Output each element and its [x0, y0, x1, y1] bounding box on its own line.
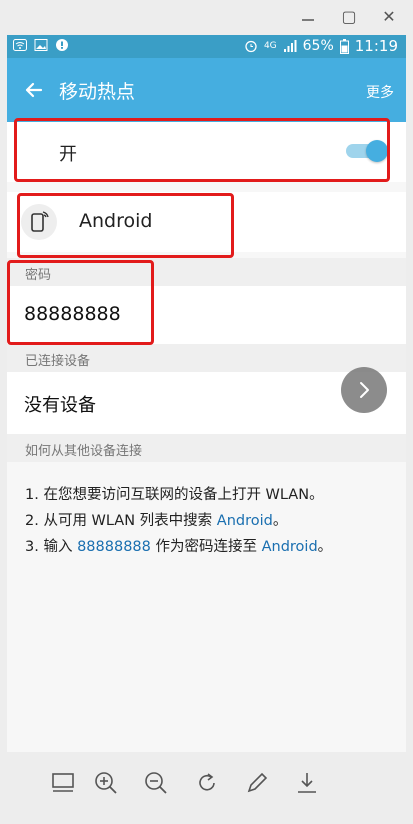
how-to-connect-header: 如何从其他设备连接: [7, 434, 406, 462]
step3-text: 3. 输入: [25, 539, 78, 555]
edit-icon[interactable]: [244, 770, 270, 796]
zoom-out-icon[interactable]: [143, 770, 169, 796]
instruction-step-3: 3. 输入 88888888 作为密码连接至 Android。: [25, 534, 395, 560]
chevron-right-icon: [360, 382, 369, 398]
step2-network-link: Android: [216, 513, 273, 529]
download-icon[interactable]: [294, 770, 320, 796]
app-bar: 移动热点 更多: [7, 58, 406, 122]
back-arrow-icon[interactable]: [21, 77, 47, 103]
more-menu-button[interactable]: 更多: [366, 82, 394, 102]
phone-hotspot-icon: [31, 211, 49, 232]
step2-text: 2. 从可用 WLAN 列表中搜索: [25, 513, 217, 529]
device-icon-container: [21, 204, 57, 240]
alarm-icon: [245, 40, 257, 53]
close-button[interactable]: ✕: [378, 6, 400, 28]
hotspot-toggle-label: 开: [59, 144, 77, 165]
next-page-button[interactable]: [341, 367, 387, 413]
hotspot-toggle-row[interactable]: 开: [7, 122, 406, 182]
password-header-text: 密码: [25, 268, 52, 283]
window-titlebar: ▢ ✕: [0, 0, 413, 35]
password-value: 88888888: [24, 303, 121, 325]
instruction-step-2: 2. 从可用 WLAN 列表中搜索 Android。: [25, 508, 395, 534]
signal-icon: [283, 40, 297, 52]
battery-percent: 65%: [302, 38, 334, 54]
page-view-icon[interactable]: [50, 770, 76, 796]
connected-header-text: 已连接设备: [25, 354, 91, 369]
gallery-icon: [34, 39, 48, 51]
step2-suffix: 。: [272, 513, 288, 529]
hotspot-switch[interactable]: [346, 140, 388, 162]
step3-network-link: Android: [261, 539, 318, 555]
minimize-button[interactable]: [297, 6, 319, 28]
wifi-icon: [13, 39, 27, 51]
device-name: Android: [79, 210, 153, 232]
minimize-icon: [302, 19, 314, 21]
device-name-row[interactable]: Android: [7, 192, 406, 252]
switch-knob: [366, 140, 388, 162]
no-devices-text: 没有设备: [24, 395, 96, 416]
status-bar: 4G 65% 11:19: [7, 35, 406, 58]
battery-icon: [339, 38, 349, 54]
step3-mid: 作为密码连接至: [150, 539, 262, 555]
page-title: 移动热点: [59, 81, 136, 103]
rotate-icon[interactable]: [194, 770, 220, 796]
connection-instructions: 1. 在您想要访问互联网的设备上打开 WLAN。 2. 从可用 WLAN 列表中…: [25, 482, 395, 560]
how-header-text: 如何从其他设备连接: [25, 444, 143, 459]
clock: 11:19: [354, 37, 398, 55]
password-section-header: 密码: [7, 258, 406, 286]
settings-content: 开 Android 密码 88888888 已连接设备 没有设备 如何从其他设备…: [7, 122, 406, 752]
step3-password-link: 88888888: [77, 539, 151, 555]
password-row[interactable]: 88888888: [7, 286, 406, 344]
viewer-toolbar: [0, 752, 413, 824]
zoom-in-icon[interactable]: [93, 770, 119, 796]
step3-suffix: 。: [317, 539, 333, 555]
instruction-step-1: 1. 在您想要访问互联网的设备上打开 WLAN。: [25, 487, 324, 503]
notification-icon: [56, 39, 68, 51]
network-type: 4G: [263, 41, 277, 51]
restore-button[interactable]: ▢: [338, 6, 360, 28]
connected-devices-header: 已连接设备: [7, 344, 406, 372]
